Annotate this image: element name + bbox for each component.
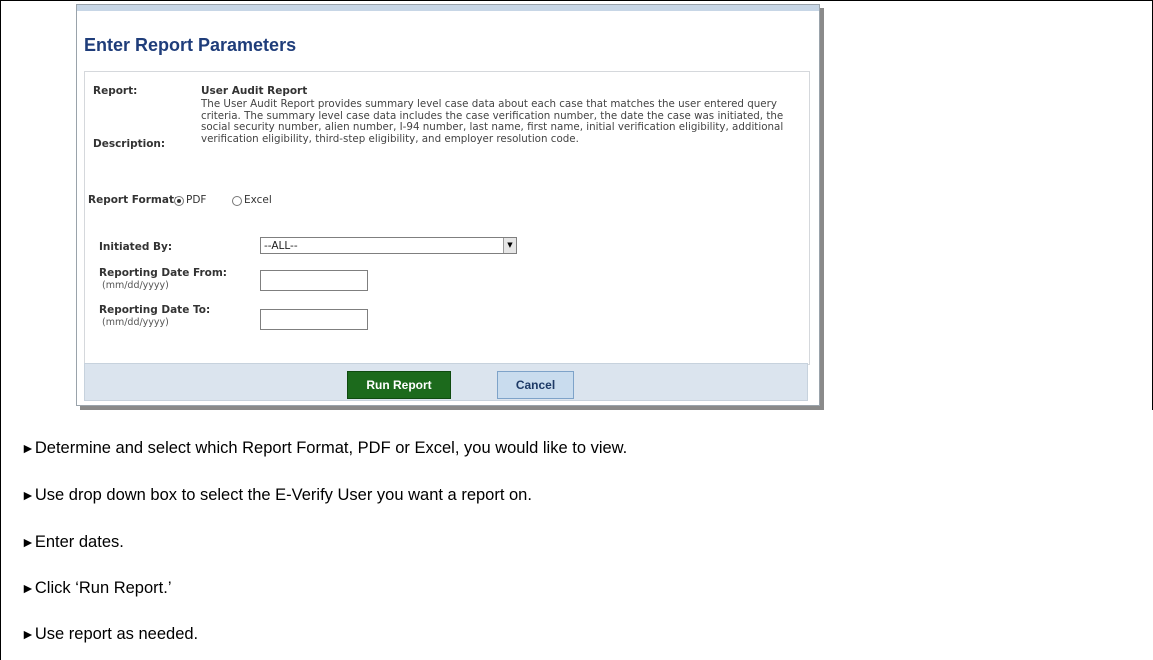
parameters-panel: Report: User Audit Report Description: T… bbox=[84, 71, 810, 365]
step-text: Use report as needed. bbox=[34, 625, 199, 643]
date-to-label: Reporting Date To: bbox=[99, 304, 211, 316]
step-text: Enter dates. bbox=[34, 533, 124, 551]
step-text: Determine and select which Report Format… bbox=[34, 439, 628, 457]
format-pdf-radio[interactable] bbox=[174, 196, 184, 206]
instruction-step: ►Use drop down box to select the E-Verif… bbox=[21, 486, 532, 505]
report-description: The User Audit Report provides summary l… bbox=[201, 98, 784, 145]
report-format-label: Report Format: bbox=[88, 194, 179, 206]
instruction-step: ►Use report as needed. bbox=[21, 625, 198, 644]
date-from-label: Reporting Date From: bbox=[99, 267, 228, 279]
format-excel-radio[interactable] bbox=[232, 196, 242, 206]
date-from-format-hint: (mm/dd/yyyy) bbox=[102, 280, 169, 291]
report-parameters-screenshot: Enter Report Parameters Report: User Aud… bbox=[76, 4, 820, 406]
report-label: Report: bbox=[93, 85, 138, 97]
run-report-button[interactable]: Run Report bbox=[347, 371, 451, 399]
document-border-left bbox=[0, 0, 1, 660]
right-pointer-triangle-icon: ► bbox=[21, 487, 35, 503]
step-text: Use drop down box to select the E-Verify… bbox=[34, 486, 532, 504]
right-pointer-triangle-icon: ► bbox=[21, 580, 35, 596]
right-pointer-triangle-icon: ► bbox=[21, 626, 35, 642]
instruction-step: ►Click ‘Run Report.’ bbox=[21, 579, 171, 598]
window-top-bar bbox=[77, 5, 819, 11]
instruction-step: ►Enter dates. bbox=[21, 533, 124, 552]
date-to-input[interactable] bbox=[260, 309, 368, 330]
date-from-input[interactable] bbox=[260, 270, 368, 291]
step-text: Click ‘Run Report.’ bbox=[34, 579, 172, 597]
dropdown-arrow-icon[interactable]: ▼ bbox=[503, 238, 516, 253]
report-name: User Audit Report bbox=[201, 85, 308, 97]
initiated-by-select[interactable]: --ALL-- ▼ bbox=[260, 237, 517, 254]
right-pointer-triangle-icon: ► bbox=[21, 440, 35, 456]
document-border-top bbox=[0, 0, 1153, 1]
right-pointer-triangle-icon: ► bbox=[21, 534, 35, 550]
button-bar: Run Report Cancel bbox=[84, 363, 808, 401]
cancel-button[interactable]: Cancel bbox=[497, 371, 574, 399]
format-pdf-label: PDF bbox=[186, 194, 207, 206]
instruction-step: ►Determine and select which Report Forma… bbox=[21, 439, 627, 458]
date-to-format-hint: (mm/dd/yyyy) bbox=[102, 317, 169, 328]
initiated-by-label: Initiated By: bbox=[99, 241, 173, 253]
format-excel-label: Excel bbox=[244, 194, 272, 206]
page-title: Enter Report Parameters bbox=[84, 35, 297, 55]
initiated-by-value: --ALL-- bbox=[264, 240, 298, 252]
description-label: Description: bbox=[93, 138, 166, 150]
